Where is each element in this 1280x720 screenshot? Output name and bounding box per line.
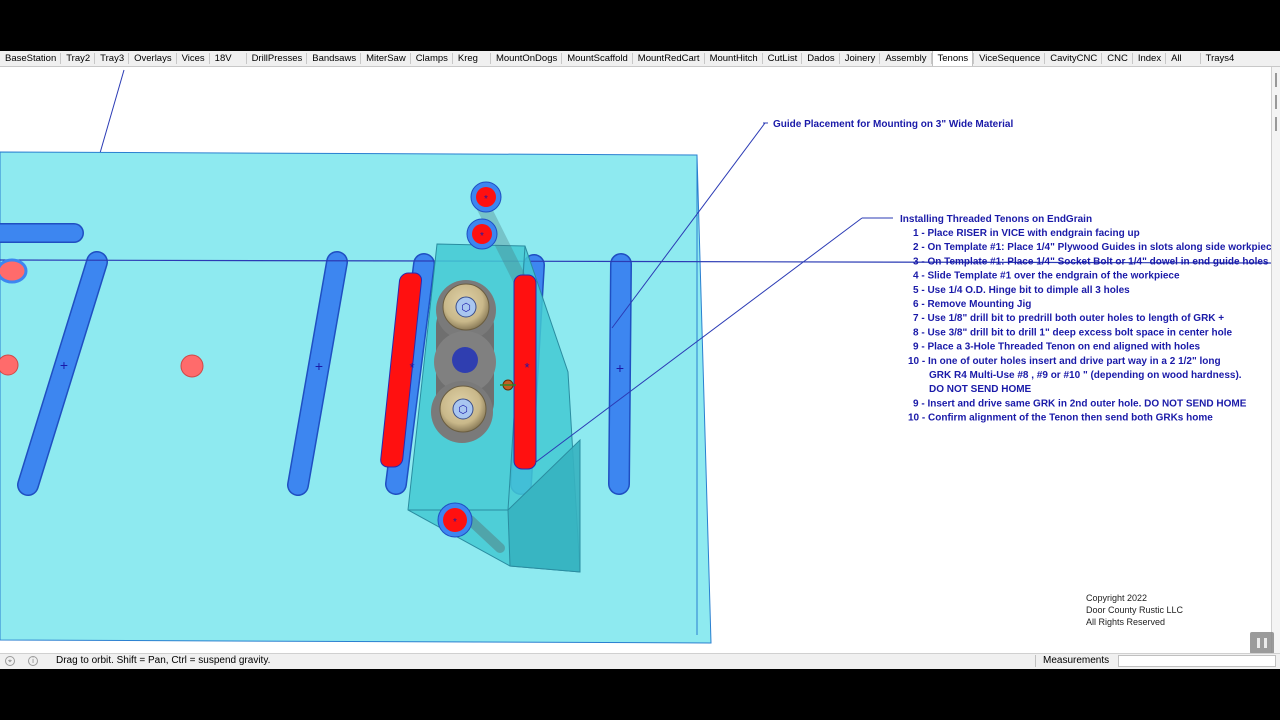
svg-text:+: + xyxy=(315,358,323,374)
marker-hole xyxy=(180,354,204,378)
install-step: 4 - Slide Template #1 over the endgrain … xyxy=(913,271,1180,282)
install-instructions-title: Installing Threaded Tenons on EndGrain xyxy=(900,214,1092,225)
slot-5: + xyxy=(608,253,632,495)
copyright-line: Copyright 2022 xyxy=(1086,593,1147,603)
tab-mountredcart[interactable]: MountRedCart xyxy=(633,51,704,66)
tab-assembly[interactable]: Assembly xyxy=(880,51,930,66)
install-step: 10 - In one of outer holes insert and dr… xyxy=(908,356,1221,367)
marker-hole xyxy=(0,354,19,376)
svg-text:*: * xyxy=(453,517,457,528)
status-bar: ⌖ i Drag to orbit. Shift = Pan, Ctrl = s… xyxy=(0,653,1280,669)
install-step: 10 - Confirm alignment of the Tenon then… xyxy=(908,413,1213,424)
install-step: 1 - Place RISER in VICE with endgrain fa… xyxy=(913,228,1140,239)
3d-viewport[interactable]: + + + * * * * * ⬡ ⬡ Guide Placement for … xyxy=(0,67,1271,653)
threaded-tenon[interactable]: ⬡ ⬡ xyxy=(431,280,496,443)
measurements-label: Measurements xyxy=(1043,655,1110,666)
tab-joinery[interactable]: Joinery xyxy=(840,51,880,66)
right-panel-strip[interactable] xyxy=(1271,67,1280,653)
svg-text:⬡: ⬡ xyxy=(461,302,471,314)
install-step: GRK R4 Multi-Use #8 , #9 or #10 " (depen… xyxy=(929,370,1242,381)
scene-tab-bar: BaseStation Tray2 Tray3 Overlays Vices 18V Dri… xyxy=(0,51,1280,67)
tab-tray3[interactable]: Tray3 xyxy=(95,51,128,66)
measurements-input[interactable] xyxy=(1118,655,1276,667)
tab-tray2[interactable]: Tray2 xyxy=(61,51,94,66)
copyright-company: Door County Rustic LLC xyxy=(1086,605,1184,615)
base-plate xyxy=(0,151,712,644)
status-divider xyxy=(1035,655,1036,667)
svg-text:*: * xyxy=(480,231,484,242)
install-step: 9 - Place a 3-Hole Threaded Tenon on end… xyxy=(913,342,1201,353)
tab-clamps[interactable]: Clamps xyxy=(411,51,452,66)
guide-peg-second[interactable]: * xyxy=(466,218,498,250)
plywood-guide-right[interactable]: * xyxy=(513,274,537,470)
tab-cutlist[interactable]: CutList xyxy=(763,51,802,66)
install-step: DO NOT SEND HOME xyxy=(929,384,1032,395)
install-step: 6 - Remove Mounting Jig xyxy=(913,299,1031,310)
tab-bandsaws[interactable]: Bandsaws xyxy=(307,51,360,66)
install-step: 3 - On Template #1: Place 1/4" Socket Bo… xyxy=(913,256,1269,267)
svg-text:⬡: ⬡ xyxy=(458,404,468,416)
guide-placement-label: Guide Placement for Mounting on 3" Wide … xyxy=(773,119,1013,130)
install-step: 5 - Use 1/4 O.D. Hinge bit to dimple all… xyxy=(913,285,1130,296)
tab-trays4[interactable]: Trays4 xyxy=(1201,51,1239,66)
tab-dados[interactable]: Dados xyxy=(802,51,838,66)
tab-drillpresses[interactable]: DrillPresses xyxy=(247,51,307,66)
tab-mountondogs[interactable]: MountOnDogs xyxy=(491,51,561,66)
guide-peg-top[interactable]: * xyxy=(470,181,502,213)
svg-text:*: * xyxy=(484,194,488,205)
tab-vices[interactable]: Vices xyxy=(177,51,209,66)
tab-mitersaw[interactable]: MiterSaw xyxy=(361,51,410,66)
install-step: 7 - Use 1/8" drill bit to predrill both … xyxy=(913,313,1224,324)
svg-text:*: * xyxy=(409,360,414,375)
geo-location-icon[interactable]: ⌖ xyxy=(5,656,15,666)
guide-peg-bottom[interactable]: * xyxy=(437,502,473,538)
tab-cnc[interactable]: CNC xyxy=(1102,51,1132,66)
install-steps-list: 1 - Place RISER in VICE with endgrain fa… xyxy=(908,228,1271,424)
tab-kreg[interactable]: Kreg xyxy=(453,51,482,66)
pause-icon[interactable] xyxy=(1250,632,1274,654)
tab-mounthitch[interactable]: MountHitch xyxy=(705,51,762,66)
info-icon[interactable]: i xyxy=(28,656,38,666)
svg-text:+: + xyxy=(60,357,68,373)
copyright-rights: All Rights Reserved xyxy=(1086,617,1165,627)
install-step: 9 - Insert and drive same GRK in 2nd out… xyxy=(913,398,1247,409)
tab-tenons[interactable]: Tenons xyxy=(931,51,974,66)
tab-cavitycnc[interactable]: CavityCNC xyxy=(1045,51,1101,66)
tab-basestation[interactable]: BaseStation xyxy=(0,51,60,66)
status-hint-text: Drag to orbit. Shift = Pan, Ctrl = suspe… xyxy=(56,655,271,666)
tab-mountscaffold[interactable]: MountScaffold xyxy=(562,51,632,66)
tab-index[interactable]: Index xyxy=(1133,51,1165,66)
tab-vicesequence[interactable]: ViceSequence xyxy=(974,51,1044,66)
tab-18v[interactable]: 18V xyxy=(210,51,236,66)
marker-hole xyxy=(0,258,28,284)
install-step: 2 - On Template #1: Place 1/4" Plywood G… xyxy=(913,242,1271,253)
tab-overlays[interactable]: Overlays xyxy=(129,51,175,66)
tab-all[interactable]: All xyxy=(1166,51,1186,66)
svg-text:+: + xyxy=(616,360,624,376)
svg-text:*: * xyxy=(524,360,529,375)
install-step: 8 - Use 3/8" drill bit to drill 1" deep … xyxy=(913,327,1232,338)
